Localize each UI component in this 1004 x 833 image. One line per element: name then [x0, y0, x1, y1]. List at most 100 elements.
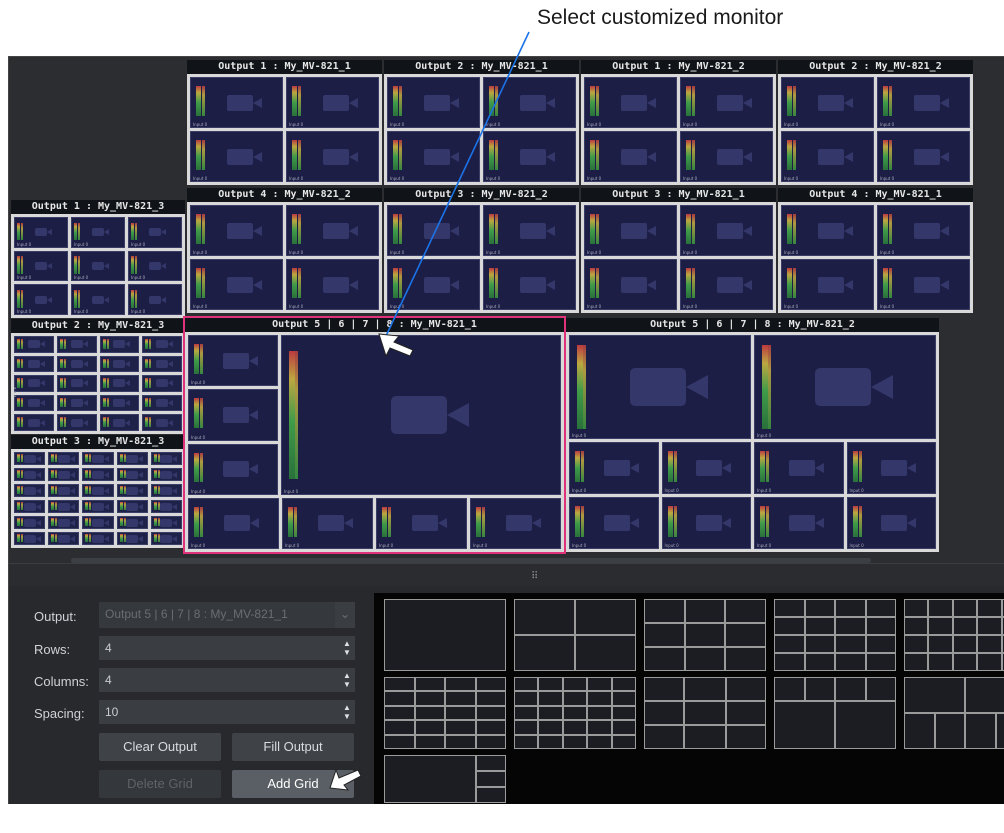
monitor-tile[interactable]: Input 0: [584, 259, 677, 310]
output-block[interactable]: Output 1 : My_MV-821_1 Input 0 Input 0 Inpu…: [187, 60, 382, 185]
monitor-tile[interactable]: [82, 452, 114, 465]
monitor-tile[interactable]: Input 0: [781, 259, 874, 310]
monitor-tile[interactable]: [82, 500, 114, 513]
monitor-tile[interactable]: [116, 468, 148, 481]
monitor-tile[interactable]: Input 0: [71, 217, 125, 248]
grid-layout-thumbnail[interactable]: [514, 677, 636, 749]
monitor-tile[interactable]: [82, 468, 114, 481]
monitor-tile[interactable]: Input 0: [754, 442, 844, 494]
rows-stepper[interactable]: 4 ▲ ▼: [99, 636, 355, 660]
monitor-tile[interactable]: [82, 532, 114, 545]
monitor-tile[interactable]: Input 0: [661, 442, 751, 494]
monitor-tile[interactable]: [48, 532, 80, 545]
monitor-tile[interactable]: [99, 336, 140, 353]
monitor-tile[interactable]: Input 0: [376, 497, 467, 549]
monitor-tile[interactable]: Input 0: [680, 259, 773, 310]
monitor-tile[interactable]: Input 0: [483, 77, 576, 128]
monitor-tile[interactable]: [99, 394, 140, 412]
monitor-tile[interactable]: Input 0: [569, 335, 751, 439]
monitor-tile[interactable]: [142, 394, 182, 412]
output-select[interactable]: Output 5 | 6 | 7 | 8 : My_MV-821_1 ⌄: [99, 602, 355, 628]
monitor-tile[interactable]: [56, 355, 97, 373]
monitor-tile[interactable]: Input 0: [846, 497, 936, 549]
monitor-tile[interactable]: [116, 484, 148, 497]
monitor-tile[interactable]: Input 0: [877, 131, 970, 182]
monitor-tile[interactable]: Input 0: [470, 497, 561, 549]
monitor-tile[interactable]: Input 0: [190, 205, 283, 256]
monitor-tile[interactable]: Input 0: [483, 131, 576, 182]
monitor-tile[interactable]: [99, 414, 140, 431]
monitor-tile[interactable]: Input 0: [190, 131, 283, 182]
output-block[interactable]: Output 1 : My_MV-821_2 Input 0 Input 0 Inpu…: [581, 60, 776, 185]
spin-arrows-icon[interactable]: ▲ ▼: [339, 668, 355, 692]
monitor-tile[interactable]: [116, 500, 148, 513]
monitor-tile[interactable]: Input 0: [128, 217, 182, 248]
monitor-tile[interactable]: [48, 468, 80, 481]
spin-arrows-icon[interactable]: ▲ ▼: [339, 636, 355, 660]
monitor-tile[interactable]: [142, 375, 182, 392]
monitor-tile[interactable]: Input 0: [71, 250, 125, 282]
monitor-tile[interactable]: [116, 452, 148, 465]
monitor-tile[interactable]: Input 0: [188, 335, 278, 387]
monitor-tile[interactable]: [99, 375, 140, 392]
monitor-tile[interactable]: Input 0: [584, 205, 677, 256]
monitor-tile[interactable]: Input 0: [190, 259, 283, 310]
monitor-tile[interactable]: [142, 355, 182, 373]
monitor-tile[interactable]: [150, 500, 182, 513]
monitor-tile[interactable]: Input 0: [877, 205, 970, 256]
monitor-tile[interactable]: Input 0: [282, 497, 373, 549]
output-block[interactable]: Output 5 | 6 | 7 | 8 : My_MV-821_1 Input …: [185, 318, 564, 552]
grid-layout-thumbnail[interactable]: [644, 599, 766, 671]
monitor-tile[interactable]: [82, 516, 114, 529]
monitor-tile[interactable]: Input 0: [569, 497, 659, 549]
monitor-tile[interactable]: Input 0: [14, 284, 68, 315]
output-block[interactable]: Output 1 : My_MV-821_3 Input 0 Input 0 Inpu…: [11, 200, 185, 318]
monitor-tile[interactable]: Input 0: [846, 442, 936, 494]
columns-stepper[interactable]: 4 ▲ ▼: [99, 668, 355, 692]
monitor-tile[interactable]: [56, 336, 97, 353]
monitor-tile[interactable]: [14, 516, 46, 529]
monitor-tile[interactable]: Input 0: [128, 284, 182, 315]
monitor-tile[interactable]: Input 0: [286, 259, 379, 310]
monitor-tile[interactable]: Input 0: [286, 205, 379, 256]
output-block[interactable]: Output 2 : My_MV-821_1 Input 0 Input 0 Inpu…: [384, 60, 579, 185]
output-block[interactable]: Output 2 : My_MV-821_3: [11, 319, 185, 434]
monitor-tile[interactable]: Input 0: [483, 259, 576, 310]
monitor-tile[interactable]: Input 0: [188, 497, 279, 549]
monitor-tile[interactable]: Input 0: [680, 131, 773, 182]
monitor-tile[interactable]: [48, 452, 80, 465]
monitor-tile[interactable]: Input 0: [781, 205, 874, 256]
monitor-tile[interactable]: [56, 394, 97, 412]
spin-arrows-icon[interactable]: ▲ ▼: [339, 700, 355, 724]
monitor-tile[interactable]: Input 0: [286, 131, 379, 182]
monitor-tile[interactable]: Input 0: [188, 443, 278, 495]
spacing-stepper[interactable]: 10 ▲ ▼: [99, 700, 355, 724]
delete-grid-button[interactable]: Delete Grid: [99, 770, 221, 798]
clear-output-button[interactable]: Clear Output: [99, 733, 221, 761]
add-grid-button[interactable]: Add Grid: [232, 770, 354, 798]
monitor-tile[interactable]: [14, 336, 54, 353]
grid-layout-thumbnail[interactable]: [904, 599, 1004, 671]
monitor-tile[interactable]: Input 0: [680, 205, 773, 256]
monitor-tile[interactable]: Input 0: [781, 131, 874, 182]
monitor-tile[interactable]: [150, 484, 182, 497]
monitor-tile[interactable]: [56, 375, 97, 392]
monitor-tile[interactable]: Input 0: [14, 217, 68, 248]
monitor-tile[interactable]: Input 0: [387, 77, 480, 128]
monitor-tile[interactable]: Input 0: [128, 250, 182, 282]
grid-layout-thumbnail[interactable]: [904, 677, 1004, 749]
grid-layout-thumbnail[interactable]: [384, 755, 506, 803]
monitor-tile[interactable]: [142, 336, 182, 353]
monitor-tile[interactable]: [14, 414, 54, 431]
output-block[interactable]: Output 4 : My_MV-821_2 Input 0 Input 0 Inpu…: [187, 188, 382, 313]
monitor-tile[interactable]: [150, 516, 182, 529]
monitor-tile[interactable]: Input 0: [569, 442, 659, 494]
monitor-tile[interactable]: Input 0: [387, 205, 480, 256]
grid-layout-thumbnail[interactable]: [774, 677, 896, 749]
monitor-tile[interactable]: Input 0: [680, 77, 773, 128]
grid-layout-thumbnail[interactable]: [644, 677, 766, 749]
monitor-tile[interactable]: [14, 452, 46, 465]
resize-handle-icon[interactable]: ⋮: [9, 385, 21, 399]
output-block[interactable]: Output 4 : My_MV-821_1 Input 0 Input 0 Inpu…: [778, 188, 973, 313]
monitor-tile[interactable]: Input 0: [483, 205, 576, 256]
